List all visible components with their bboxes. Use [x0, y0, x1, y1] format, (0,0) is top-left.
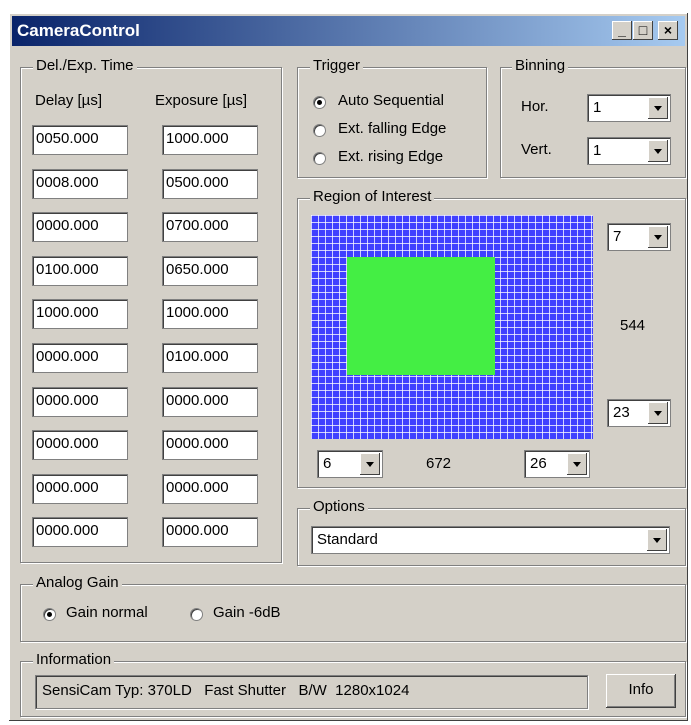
chevron-down-icon[interactable] — [648, 226, 668, 248]
binning-vert-select[interactable]: 1 — [587, 137, 671, 165]
trigger-radio[interactable] — [313, 124, 326, 137]
delay-input[interactable]: 1000.000 — [32, 299, 128, 329]
delay-exposure-group-label: Del./Exp. Time — [33, 57, 137, 74]
delay-input[interactable]: 0000.000 — [32, 517, 128, 547]
options-value: Standard — [317, 531, 378, 548]
delay-input[interactable]: 0000.000 — [32, 387, 128, 417]
gain-radio[interactable] — [190, 608, 203, 621]
binning-hor-select[interactable]: 1 — [587, 94, 671, 122]
binning-vert-label: Vert. — [521, 141, 552, 158]
roi-height-readout: 544 — [620, 317, 646, 334]
roi-right-select[interactable]: 26 — [524, 450, 590, 478]
roi-width-readout: 672 — [426, 455, 452, 472]
exposure-header: Exposure [µs] — [155, 92, 248, 109]
gain-option-label[interactable]: Gain normal — [66, 604, 148, 621]
chevron-down-icon[interactable] — [648, 97, 668, 119]
delay-input[interactable]: 0050.000 — [32, 125, 128, 155]
roi-right-value: 26 — [530, 455, 547, 472]
delay-header: Delay [µs] — [35, 92, 102, 109]
chevron-down-icon[interactable] — [360, 453, 380, 475]
delay-input[interactable]: 0008.000 — [32, 169, 128, 199]
title-bar[interactable]: CameraControl _ □ × — [12, 16, 685, 46]
chevron-down-icon[interactable] — [648, 140, 668, 162]
delay-input[interactable]: 0000.000 — [32, 430, 128, 460]
exposure-input[interactable]: 1000.000 — [162, 125, 258, 155]
delay-input[interactable]: 0100.000 — [32, 256, 128, 286]
trigger-option-label[interactable]: Ext. falling Edge — [338, 120, 446, 137]
options-select[interactable]: Standard — [311, 526, 670, 554]
exposure-input[interactable]: 0100.000 — [162, 343, 258, 373]
trigger-radio[interactable] — [313, 152, 326, 165]
exposure-input[interactable]: 1000.000 — [162, 299, 258, 329]
chevron-down-icon[interactable] — [567, 453, 587, 475]
exposure-input[interactable]: 0650.000 — [162, 256, 258, 286]
roi-left-value: 6 — [323, 455, 332, 472]
binning-hor-value: 1 — [593, 99, 602, 116]
maximize-button[interactable]: □ — [633, 21, 653, 40]
trigger-radio[interactable] — [313, 96, 326, 109]
information-group-label: Information — [33, 651, 115, 668]
gain-option-label[interactable]: Gain -6dB — [213, 604, 281, 621]
delay-input[interactable]: 0000.000 — [32, 474, 128, 504]
close-button[interactable]: × — [658, 21, 678, 40]
trigger-option-label[interactable]: Ext. rising Edge — [338, 148, 443, 165]
binning-hor-label: Hor. — [521, 98, 549, 115]
roi-bottom-value: 23 — [613, 404, 630, 421]
window-title: CameraControl — [17, 21, 140, 40]
trigger-group-label: Trigger — [310, 57, 363, 74]
gain-radio[interactable] — [43, 608, 56, 621]
info-button[interactable]: Info — [606, 674, 676, 708]
roi-top-value: 7 — [613, 228, 622, 245]
roi-group-label: Region of Interest — [310, 188, 435, 205]
chevron-down-icon[interactable] — [647, 529, 667, 551]
minimize-button[interactable]: _ — [612, 21, 632, 40]
trigger-option-label[interactable]: Auto Sequential — [338, 92, 444, 109]
delay-input[interactable]: 0000.000 — [32, 343, 128, 373]
roi-top-select[interactable]: 7 — [607, 223, 671, 251]
binning-vert-value: 1 — [593, 142, 602, 159]
information-text: SensiCam Typ: 370LD Fast Shutter B/W 128… — [35, 675, 588, 709]
exposure-input[interactable]: 0000.000 — [162, 517, 258, 547]
chevron-down-icon[interactable] — [648, 402, 668, 424]
analog-gain-group-label: Analog Gain — [33, 574, 122, 591]
roi-left-select[interactable]: 6 — [317, 450, 383, 478]
roi-bottom-select[interactable]: 23 — [607, 399, 671, 427]
options-group-label: Options — [310, 498, 368, 515]
exposure-input[interactable]: 0000.000 — [162, 474, 258, 504]
exposure-input[interactable]: 0500.000 — [162, 169, 258, 199]
exposure-input[interactable]: 0000.000 — [162, 430, 258, 460]
binning-group-label: Binning — [512, 57, 569, 74]
exposure-input[interactable]: 0000.000 — [162, 387, 258, 417]
exposure-input[interactable]: 0700.000 — [162, 212, 258, 242]
roi-selection-area[interactable] — [347, 257, 495, 375]
delay-input[interactable]: 0000.000 — [32, 212, 128, 242]
